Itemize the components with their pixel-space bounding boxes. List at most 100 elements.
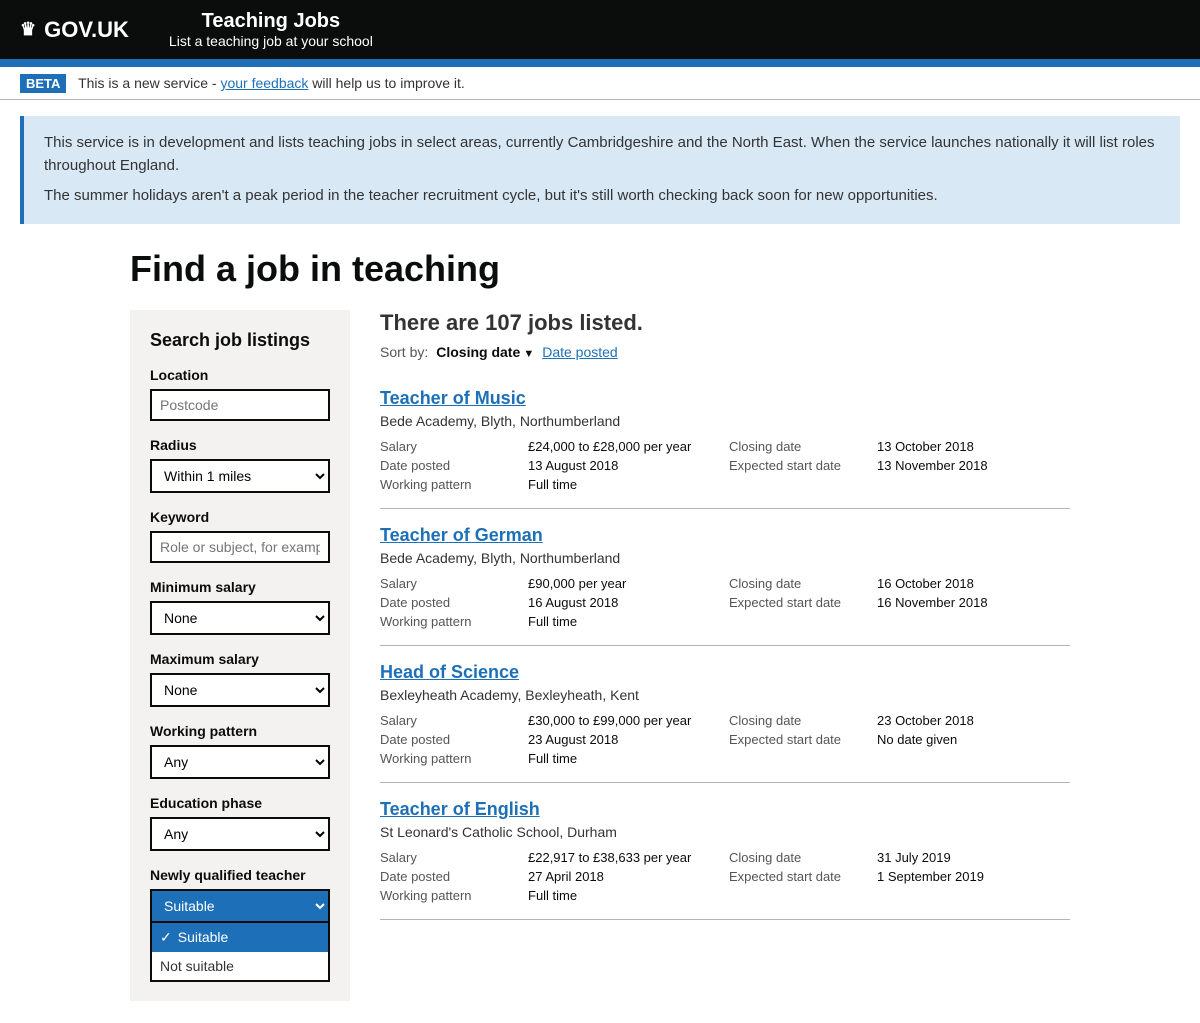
salary-label: Salary — [380, 713, 520, 728]
working-pattern-value: Full time — [528, 614, 721, 629]
job-title[interactable]: Teacher of German — [380, 525, 1070, 546]
salary-label: Salary — [380, 576, 520, 591]
nqt-option-not-suitable-item[interactable]: Not suitable — [152, 952, 328, 980]
main-content: Find a job in teaching Search job listin… — [110, 248, 1090, 1001]
sort-date-posted-link[interactable]: Date posted — [542, 344, 618, 360]
job-listings: Teacher of Music Bede Academy, Blyth, No… — [380, 372, 1070, 920]
info-line1: This service is in development and lists… — [44, 132, 1160, 177]
page-title: Find a job in teaching — [130, 248, 1070, 290]
job-listing: Teacher of Music Bede Academy, Blyth, No… — [380, 372, 1070, 509]
date-posted-value: 16 August 2018 — [528, 595, 721, 610]
header-bar — [0, 59, 1200, 67]
gov-logo[interactable]: ♛ GOV.UK — [20, 17, 129, 43]
working-pattern-label: Working pattern — [380, 614, 520, 629]
working-pattern-label: Working pattern — [150, 723, 330, 739]
date-posted-value: 23 August 2018 — [528, 732, 721, 747]
job-title[interactable]: Head of Science — [380, 662, 1070, 683]
nqt-select[interactable]: Suitable Not suitable — [150, 889, 330, 923]
keyword-input[interactable] — [150, 531, 330, 563]
radius-group: Radius Within 1 miles Within 5 miles Wit… — [150, 437, 330, 493]
location-input[interactable] — [150, 389, 330, 421]
closing-date-label: Closing date — [729, 713, 869, 728]
salary-value: £22,917 to £38,633 per year — [528, 850, 721, 865]
expected-start-label: Expected start date — [729, 595, 869, 610]
education-phase-group: Education phase Any Primary Secondary — [150, 795, 330, 851]
location-group: Location — [150, 367, 330, 421]
job-title[interactable]: Teacher of English — [380, 799, 1070, 820]
keyword-group: Keyword — [150, 509, 330, 563]
results-count: There are 107 jobs listed. — [380, 310, 1070, 336]
info-line2: The summer holidays aren't a peak period… — [44, 185, 1160, 208]
min-salary-select[interactable]: None — [150, 601, 330, 635]
sort-active[interactable]: Closing date — [436, 344, 534, 360]
job-details: Salary £30,000 to £99,000 per year Closi… — [380, 713, 1070, 766]
date-posted-label: Date posted — [380, 595, 520, 610]
min-salary-group: Minimum salary None — [150, 579, 330, 635]
date-posted-label: Date posted — [380, 458, 520, 473]
working-pattern-label: Working pattern — [380, 477, 520, 492]
date-posted-value: 27 April 2018 — [528, 869, 721, 884]
working-pattern-value: Full time — [528, 888, 721, 903]
results-area: There are 107 jobs listed. Sort by: Clos… — [380, 310, 1070, 920]
radius-label: Radius — [150, 437, 330, 453]
sort-label: Sort by: — [380, 344, 428, 360]
nqt-group: Newly qualified teacher Suitable Not sui… — [150, 867, 330, 923]
expected-start-value: 1 September 2019 — [877, 869, 1070, 884]
results-header: There are 107 jobs listed. Sort by: Clos… — [380, 310, 1070, 360]
info-box: This service is in development and lists… — [20, 116, 1180, 224]
closing-date-value: 16 October 2018 — [877, 576, 1070, 591]
job-details: Salary £22,917 to £38,633 per year Closi… — [380, 850, 1070, 903]
salary-value: £90,000 per year — [528, 576, 721, 591]
beta-suffix: will help us to improve it. — [312, 75, 465, 91]
radius-select[interactable]: Within 1 miles Within 5 miles Within 10 … — [150, 459, 330, 493]
site-header: ♛ GOV.UK Teaching Jobs List a teaching j… — [0, 0, 1200, 67]
search-sidebar: Search job listings Location Radius With… — [130, 310, 350, 1001]
education-phase-select[interactable]: Any Primary Secondary — [150, 817, 330, 851]
salary-label: Salary — [380, 439, 520, 454]
location-label: Location — [150, 367, 330, 383]
service-subtitle: List a teaching job at your school — [169, 33, 373, 49]
working-pattern-value: Full time — [528, 751, 721, 766]
max-salary-select[interactable]: None — [150, 673, 330, 707]
layout: Search job listings Location Radius With… — [130, 310, 1070, 1001]
date-posted-label: Date posted — [380, 869, 520, 884]
closing-date-label: Closing date — [729, 576, 869, 591]
nqt-dropdown-wrapper: Suitable Not suitable Suitable Not suita… — [150, 889, 330, 923]
expected-start-label: Expected start date — [729, 869, 869, 884]
beta-text: This is a new service - — [78, 75, 216, 91]
expected-start-value: No date given — [877, 732, 1070, 747]
nqt-dropdown-open: Suitable Not suitable — [150, 923, 330, 982]
job-title[interactable]: Teacher of Music — [380, 388, 1070, 409]
working-pattern-label: Working pattern — [380, 751, 520, 766]
nqt-option-suitable-item[interactable]: Suitable — [152, 923, 328, 952]
job-school: Bede Academy, Blyth, Northumberland — [380, 413, 1070, 429]
job-listing: Teacher of English St Leonard's Catholic… — [380, 783, 1070, 920]
sidebar-title: Search job listings — [150, 330, 330, 351]
job-school: St Leonard's Catholic School, Durham — [380, 824, 1070, 840]
working-pattern-select[interactable]: Any Full time Part time — [150, 745, 330, 779]
max-salary-group: Maximum salary None — [150, 651, 330, 707]
job-listing: Teacher of German Bede Academy, Blyth, N… — [380, 509, 1070, 646]
date-posted-label: Date posted — [380, 732, 520, 747]
salary-value: £24,000 to £28,000 per year — [528, 439, 721, 454]
closing-date-label: Closing date — [729, 850, 869, 865]
job-school: Bexleyheath Academy, Bexleyheath, Kent — [380, 687, 1070, 703]
job-details: Salary £90,000 per year Closing date 16 … — [380, 576, 1070, 629]
closing-date-value: 23 October 2018 — [877, 713, 1070, 728]
closing-date-value: 31 July 2019 — [877, 850, 1070, 865]
date-posted-value: 13 August 2018 — [528, 458, 721, 473]
job-school: Bede Academy, Blyth, Northumberland — [380, 550, 1070, 566]
beta-banner: BETA This is a new service - your feedba… — [0, 67, 1200, 100]
education-phase-label: Education phase — [150, 795, 330, 811]
keyword-label: Keyword — [150, 509, 330, 525]
working-pattern-label: Working pattern — [380, 888, 520, 903]
salary-value: £30,000 to £99,000 per year — [528, 713, 721, 728]
feedback-link[interactable]: your feedback — [220, 75, 308, 91]
expected-start-label: Expected start date — [729, 732, 869, 747]
working-pattern-value: Full time — [528, 477, 721, 492]
expected-start-value: 13 November 2018 — [877, 458, 1070, 473]
service-title: Teaching Jobs — [169, 10, 373, 33]
min-salary-label: Minimum salary — [150, 579, 330, 595]
job-listing: Head of Science Bexleyheath Academy, Bex… — [380, 646, 1070, 783]
job-details: Salary £24,000 to £28,000 per year Closi… — [380, 439, 1070, 492]
